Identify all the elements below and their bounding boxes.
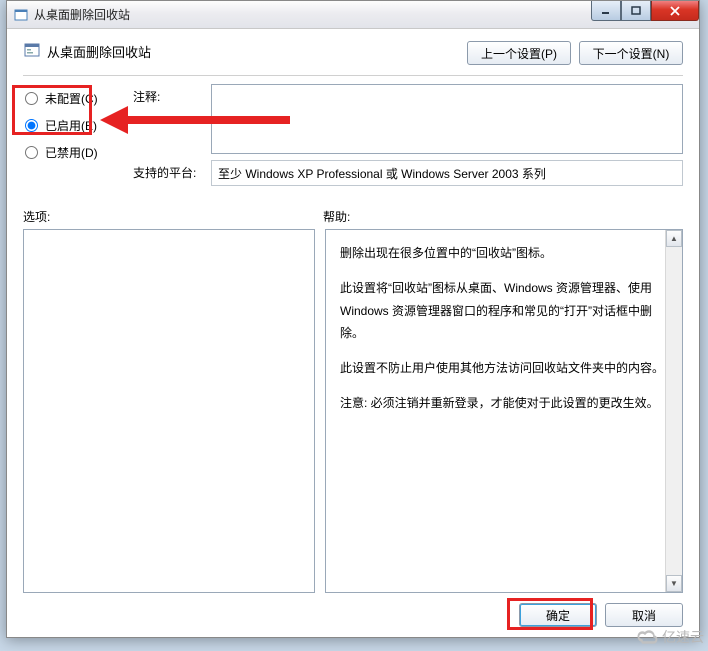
radio-not-configured[interactable]: 未配置(C) bbox=[23, 86, 133, 111]
window-controls bbox=[591, 1, 699, 21]
scroll-down-icon[interactable]: ▼ bbox=[666, 575, 682, 592]
radio-enabled-input[interactable] bbox=[25, 119, 38, 132]
radio-not-configured-label: 未配置(C) bbox=[45, 90, 98, 107]
options-pane[interactable] bbox=[23, 229, 315, 593]
radio-enabled[interactable]: 已启用(E) bbox=[23, 113, 133, 138]
options-label: 选项: bbox=[23, 208, 323, 225]
help-paragraph: 删除出现在很多位置中的“回收站”图标。 bbox=[340, 242, 668, 265]
dialog-window: 从桌面删除回收站 从桌面删除回收站 上一个设置(P) 下一个设置(N bbox=[6, 0, 700, 638]
help-paragraph: 此设置将“回收站”图标从桌面、Windows 资源管理器、使用 Windows … bbox=[340, 277, 668, 345]
prev-setting-button[interactable]: 上一个设置(P) bbox=[467, 41, 571, 65]
titlebar[interactable]: 从桌面删除回收站 bbox=[7, 1, 699, 29]
state-radio-group: 未配置(C) 已启用(E) 已禁用(D) bbox=[23, 84, 133, 167]
client-area: 从桌面删除回收站 上一个设置(P) 下一个设置(N) 未配置(C) 已启用(E) bbox=[7, 29, 699, 637]
scroll-up-icon[interactable]: ▲ bbox=[666, 230, 682, 247]
comment-label: 注释: bbox=[133, 84, 203, 105]
help-paragraph: 此设置不防止用户使用其他方法访问回收站文件夹中的内容。 bbox=[340, 357, 668, 380]
next-setting-button[interactable]: 下一个设置(N) bbox=[579, 41, 683, 65]
cancel-button[interactable]: 取消 bbox=[605, 603, 683, 627]
platform-text: 至少 Windows XP Professional 或 Windows Ser… bbox=[218, 165, 546, 182]
help-pane[interactable]: 删除出现在很多位置中的“回收站”图标。 此设置将“回收站”图标从桌面、Windo… bbox=[325, 229, 683, 593]
help-paragraph: 注意: 必须注销并重新登录，才能使对于此设置的更改生效。 bbox=[340, 392, 668, 415]
ok-button[interactable]: 确定 bbox=[519, 603, 597, 627]
titlebar-text: 从桌面删除回收站 bbox=[34, 6, 130, 23]
policy-title: 从桌面删除回收站 bbox=[47, 42, 151, 61]
radio-disabled[interactable]: 已禁用(D) bbox=[23, 140, 133, 165]
radio-enabled-label: 已启用(E) bbox=[45, 117, 97, 134]
radio-disabled-label: 已禁用(D) bbox=[45, 144, 98, 161]
policy-icon bbox=[23, 41, 41, 62]
help-label: 帮助: bbox=[323, 208, 350, 225]
scrollbar[interactable]: ▲ ▼ bbox=[665, 230, 682, 592]
comment-textarea[interactable] bbox=[211, 84, 683, 154]
platform-label: 支持的平台: bbox=[133, 160, 203, 181]
policy-header: 从桌面删除回收站 bbox=[23, 41, 467, 62]
minimize-button[interactable] bbox=[591, 1, 621, 21]
supported-platform-field: 至少 Windows XP Professional 或 Windows Ser… bbox=[211, 160, 683, 186]
app-icon bbox=[13, 7, 29, 23]
close-button[interactable] bbox=[651, 1, 699, 21]
radio-not-configured-input[interactable] bbox=[25, 92, 38, 105]
maximize-button[interactable] bbox=[621, 1, 651, 21]
radio-disabled-input[interactable] bbox=[25, 146, 38, 159]
separator bbox=[23, 75, 683, 76]
